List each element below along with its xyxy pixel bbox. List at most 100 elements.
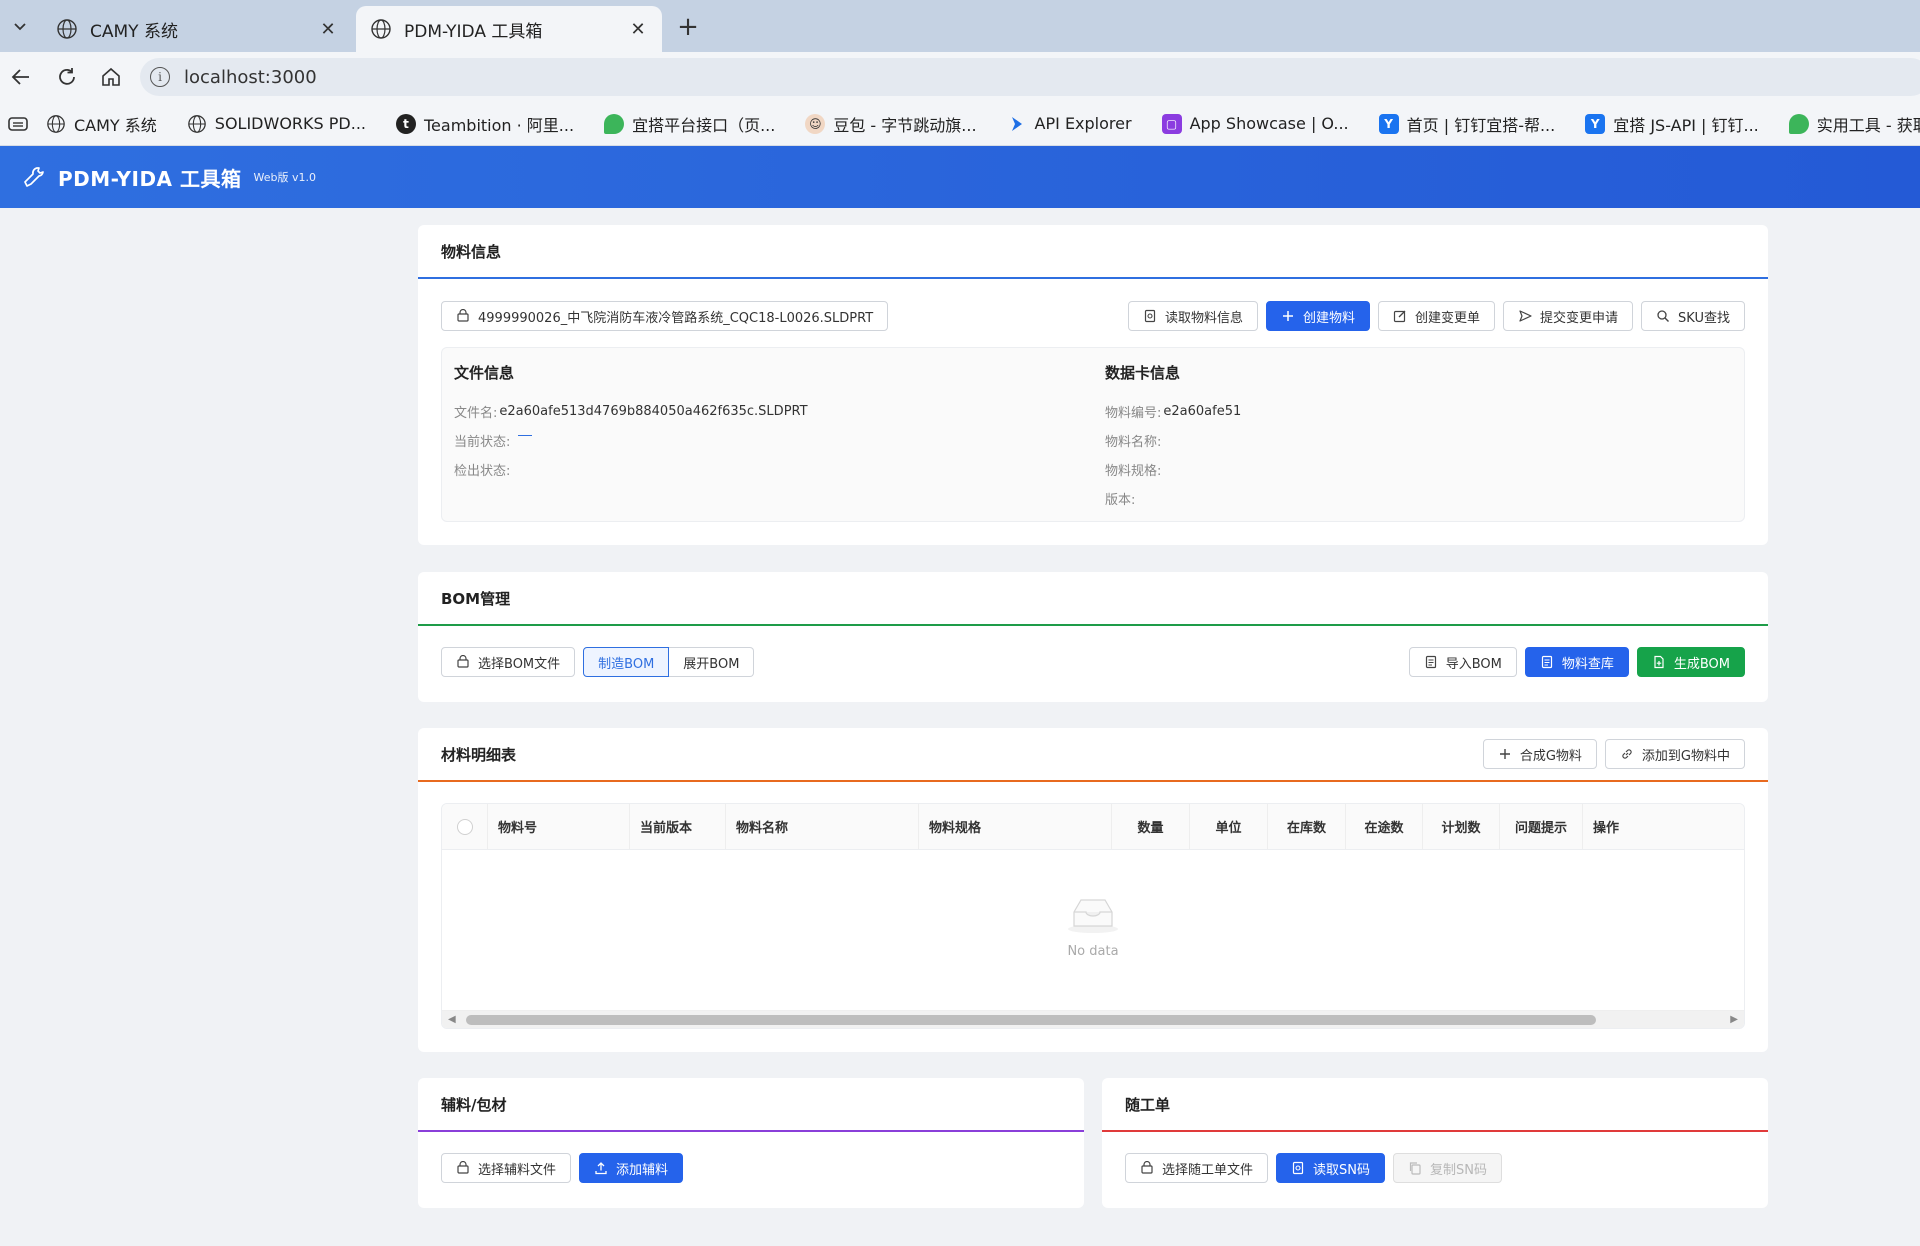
- address-bar[interactable]: i localhost:3000: [140, 58, 1920, 96]
- material-name-row: 物料名称:: [1105, 435, 1162, 450]
- folder-icon: [456, 1161, 470, 1175]
- bom-type-segmented: 制造BOM 展开BOM: [583, 647, 755, 677]
- read-sn-button[interactable]: 读取SN码: [1276, 1153, 1385, 1183]
- work-order-card: 随工单 选择随工单文件 读取SN码 复制SN码: [1102, 1078, 1768, 1208]
- close-icon[interactable]: ✕: [628, 19, 648, 40]
- material-file-row: 4999990026_中飞院消防车液冷管路系统_CQC18-L0026.SLDP…: [441, 301, 889, 331]
- reload-icon[interactable]: [52, 62, 82, 92]
- scroll-right-icon[interactable]: ▶: [1730, 1014, 1738, 1025]
- doubao-icon: ☺: [805, 113, 826, 134]
- material-library-button[interactable]: 物料查库: [1524, 647, 1629, 677]
- column-header[interactable]: 操作: [1583, 804, 1744, 849]
- back-icon[interactable]: [6, 62, 36, 92]
- tab-search-chevron-icon[interactable]: [6, 9, 34, 43]
- sku-search-button[interactable]: SKU查找: [1641, 301, 1745, 331]
- current-state-value: [518, 435, 533, 436]
- bookmark-teambition[interactable]: t Teambition · 阿里...: [396, 112, 574, 136]
- segment-expand-bom[interactable]: 展开BOM: [669, 647, 755, 677]
- select-file-button[interactable]: 4999990026_中飞院消防车液冷管路系统_CQC18-L0026.SLDP…: [441, 301, 889, 331]
- merge-g-material-button[interactable]: 合成G物料: [1482, 739, 1597, 769]
- column-header[interactable]: 在途数: [1346, 804, 1423, 849]
- scrollbar-thumb[interactable]: [466, 1015, 1596, 1025]
- scroll-left-icon[interactable]: ◀: [448, 1014, 456, 1025]
- bookmark-camy[interactable]: CAMY 系统: [46, 112, 157, 136]
- aux-material-card: 辅料/包材 选择辅料文件 添加辅料: [418, 1078, 1084, 1208]
- folder-icon: [456, 309, 470, 323]
- read-material-button[interactable]: 读取物料信息: [1127, 301, 1258, 331]
- link-icon: [1620, 747, 1634, 761]
- add-aux-button[interactable]: 添加辅料: [579, 1153, 684, 1183]
- material-info-panel: 文件信息 文件名: e2a60afe513d4769b884050a462f635…: [441, 347, 1745, 522]
- upload-icon: [594, 1161, 608, 1175]
- bookmark-app-showcase[interactable]: ▢ App Showcase | O...: [1161, 113, 1349, 134]
- column-header[interactable]: 单位: [1190, 804, 1268, 849]
- column-header[interactable]: 计划数: [1423, 804, 1500, 849]
- column-header[interactable]: 问题提示: [1500, 804, 1583, 849]
- tab-camy[interactable]: CAMY 系统 ✕: [42, 6, 352, 52]
- bookmark-tools[interactable]: 实用工具 - 获取登...: [1788, 112, 1920, 136]
- column-header[interactable]: 当前版本: [630, 804, 726, 849]
- app-title: PDM-YIDA 工具箱: [58, 166, 242, 191]
- bookmark-dingtalk-home[interactable]: Y 首页 | 钉钉宜搭-帮...: [1378, 112, 1556, 136]
- select-bom-file-button[interactable]: 选择BOM文件: [441, 647, 576, 677]
- empty-inbox-icon: [1066, 894, 1120, 938]
- material-detail-table: 物料号 当前版本 物料名称 物料规格 数量 单位 在库数 在途数 计划数 问题提…: [441, 803, 1745, 1029]
- create-change-order-button[interactable]: 创建变更单: [1378, 301, 1496, 331]
- copy-icon: [1408, 1161, 1422, 1175]
- app-header: PDM-YIDA 工具箱 Web版 v1.0: [0, 146, 1920, 208]
- copy-sn-button[interactable]: 复制SN码: [1393, 1153, 1502, 1183]
- teambition-icon: t: [396, 113, 416, 134]
- material-detail-card: 材料明细表 合成G物料 添加到G物料中 物料号 当前版本 物料名称 物料规格 数…: [418, 728, 1768, 1052]
- app-showcase-icon: ▢: [1161, 113, 1182, 134]
- bookmark-solidworks[interactable]: SOLIDWORKS PD...: [187, 114, 366, 134]
- submit-change-request-button[interactable]: 提交变更申请: [1503, 301, 1634, 331]
- select-all-checkbox[interactable]: [456, 818, 473, 835]
- bookmark-yida-api[interactable]: 宜搭平台接口（页...: [604, 112, 775, 136]
- bookmark-label: 宜搭 JS-API | 钉钉...: [1613, 115, 1759, 135]
- bookmark-label: CAMY 系统: [74, 115, 157, 135]
- browser-toolbar: i localhost:3000: [0, 52, 1920, 102]
- dingtalk-icon: Y: [1585, 113, 1606, 134]
- globe-icon: [370, 18, 392, 40]
- segment-manufacture-bom[interactable]: 制造BOM: [583, 647, 670, 677]
- column-header[interactable]: 物料名称: [726, 804, 919, 849]
- file-info-column: 文件信息 文件名: e2a60afe513d4769b884050a462f635…: [454, 348, 808, 484]
- material-info-card: 物料信息 4999990026_中飞院消防车液冷管路系统_CQC18-L0026…: [418, 225, 1768, 545]
- close-icon[interactable]: ✕: [318, 19, 338, 40]
- bom-heading: BOM管理: [418, 572, 1768, 626]
- info-icon[interactable]: i: [150, 67, 170, 87]
- document-icon: [1540, 655, 1554, 669]
- aux-actions: 选择辅料文件 添加辅料: [441, 1153, 684, 1183]
- table-header: 物料号 当前版本 物料名称 物料规格 数量 单位 在库数 在途数 计划数 问题提…: [442, 804, 1744, 850]
- bookmark-dingtalk-jsapi[interactable]: Y 宜搭 JS-API | 钉钉...: [1585, 112, 1759, 136]
- generate-bom-button[interactable]: 生成BOM: [1636, 647, 1745, 677]
- column-header[interactable]: 物料规格: [919, 804, 1112, 849]
- tab-pdm-yida[interactable]: PDM-YIDA 工具箱 ✕: [356, 6, 662, 52]
- globe-icon: [46, 114, 66, 134]
- no-data-text: No data: [1067, 944, 1119, 959]
- work-order-actions: 选择随工单文件 读取SN码 复制SN码: [1125, 1153, 1502, 1183]
- select-all-checkbox-cell: [442, 804, 488, 849]
- home-icon[interactable]: [96, 62, 126, 92]
- create-material-button[interactable]: 创建物料: [1266, 301, 1371, 331]
- select-aux-file-button[interactable]: 选择辅料文件: [441, 1153, 572, 1183]
- column-header[interactable]: 在库数: [1268, 804, 1346, 849]
- select-work-order-file-button[interactable]: 选择随工单文件: [1125, 1153, 1269, 1183]
- bookmark-label: 首页 | 钉钉宜搭-帮...: [1406, 115, 1556, 135]
- add-to-g-material-button[interactable]: 添加到G物料中: [1604, 739, 1745, 769]
- new-tab-button[interactable]: +: [670, 10, 706, 44]
- bom-right-actions: 导入BOM 物料查库 生成BOM: [1408, 647, 1745, 677]
- column-header[interactable]: 物料号: [488, 804, 630, 849]
- apps-icon[interactable]: [8, 114, 28, 134]
- bookmark-label: App Showcase | O...: [1189, 114, 1349, 133]
- column-header[interactable]: 数量: [1112, 804, 1190, 849]
- tab-title: PDM-YIDA 工具箱: [404, 21, 543, 42]
- import-bom-button[interactable]: 导入BOM: [1408, 647, 1517, 677]
- bookmark-api-explorer[interactable]: API Explorer: [1007, 114, 1132, 134]
- file-search-icon: [1143, 309, 1157, 323]
- bookmark-doubao[interactable]: ☺ 豆包 - 字节跳动旗...: [805, 112, 977, 136]
- api-icon: [1007, 114, 1027, 134]
- bookmark-label: SOLIDWORKS PD...: [214, 114, 366, 133]
- globe-icon: [187, 114, 207, 134]
- horizontal-scrollbar[interactable]: ◀ ▶: [442, 1010, 1744, 1028]
